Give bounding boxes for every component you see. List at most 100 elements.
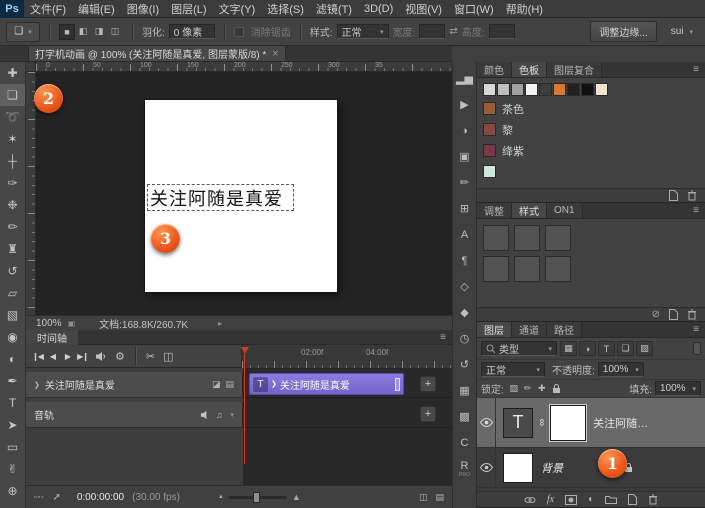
filter-shape-layers-icon[interactable]: ❏ [617, 341, 634, 356]
style-thumb[interactable] [483, 256, 509, 282]
color-swatch[interactable] [553, 83, 566, 96]
timeline-tab[interactable]: 时间轴 [26, 330, 78, 345]
hand-tool[interactable]: ✌ [0, 458, 25, 480]
histogram-panel-icon[interactable]: ▂▅ [453, 66, 476, 92]
delete-swatch-icon[interactable] [687, 190, 697, 201]
extension-c-panel-icon[interactable]: C [453, 430, 476, 456]
tab-layer-comps[interactable]: 图层复合 [547, 62, 602, 77]
new-selection-button[interactable]: ■ [59, 23, 75, 40]
menu-item[interactable]: 编辑(E) [72, 1, 121, 17]
track-options-icon[interactable]: ▤ [225, 379, 234, 390]
canvas[interactable]: 关注阿随是真爱 [145, 100, 337, 292]
menu-item[interactable]: 文字(Y) [213, 1, 262, 17]
antialias-checkbox[interactable] [233, 26, 244, 37]
panel-menu-icon[interactable]: ≡ [687, 62, 705, 77]
timeline-clip[interactable]: T ❯ 关注阿随是真爱 [249, 373, 404, 395]
add-audio-button[interactable]: + [420, 406, 436, 422]
clone-stamp-tool[interactable]: ♜ [0, 238, 25, 260]
layer-mask-thumbnail[interactable] [550, 404, 587, 441]
document-size-info[interactable]: 文档:168.8K/260.7K [99, 316, 188, 331]
eraser-tool[interactable]: ▱ [0, 282, 25, 304]
navigator-panel-icon[interactable]: ▦ [453, 378, 476, 404]
brush-panel-icon[interactable]: ✏ [453, 170, 476, 196]
mute-audio-icon[interactable] [95, 351, 107, 362]
on1-resize-panel-icon[interactable]: R PRO [453, 456, 476, 482]
menu-item[interactable]: 图像(I) [121, 1, 165, 17]
selection-marquee[interactable]: 关注阿随是真爱 [147, 184, 294, 211]
filter-type-layers-icon[interactable]: T [598, 341, 615, 356]
character-panel-icon[interactable]: A [453, 222, 476, 248]
paragraph-panel-icon[interactable]: ¶ [453, 248, 476, 274]
adjustments-panel-icon[interactable]: ◑ [453, 118, 476, 144]
eye-icon[interactable] [479, 418, 493, 427]
canvas-text-layer[interactable]: 关注阿随是真爱 [150, 185, 283, 211]
document-tab[interactable]: 打字机动画 @ 100% (关注阿随是真爱, 图层蒙版/8) * × [28, 45, 286, 61]
lasso-tool[interactable]: ➰ [0, 106, 25, 128]
tab-channels[interactable]: 通道 [512, 322, 547, 337]
layer-row-text[interactable]: T ∞ 关注阿随… [477, 398, 705, 448]
new-adjustment-layer-icon[interactable]: ◐ [588, 494, 594, 505]
clip-end-handle[interactable] [395, 377, 400, 391]
gradient-tool[interactable]: ▧ [0, 304, 25, 326]
menu-item[interactable]: 文件(F) [24, 1, 72, 17]
playhead-handle[interactable] [241, 347, 249, 354]
timeline-settings-icon[interactable]: ⚙ [112, 350, 128, 363]
menu-item[interactable]: 选择(S) [261, 1, 310, 17]
shape-tool[interactable]: ▭ [0, 436, 25, 458]
dodge-tool[interactable]: ◐ [0, 348, 25, 370]
color-swatch[interactable] [497, 83, 510, 96]
add-media-button[interactable]: + [420, 376, 436, 392]
canvas-viewport[interactable]: 关注阿随是真爱 [36, 72, 452, 315]
next-frame-button[interactable]: ▶❙ [75, 348, 90, 364]
3d-panel-icon[interactable]: ◇ [453, 274, 476, 300]
panel-menu-icon[interactable]: ≡ [687, 322, 705, 337]
blur-tool[interactable]: ◉ [0, 326, 25, 348]
materials-panel-icon[interactable]: ◆ [453, 300, 476, 326]
new-group-icon[interactable] [605, 495, 618, 504]
tab-styles[interactable]: 样式 [512, 203, 547, 218]
horizontal-ruler[interactable]: 0 50 100 150 200 250 300 35 [36, 62, 452, 72]
clone-source-panel-icon[interactable]: ⊞ [453, 196, 476, 222]
color-swatch[interactable] [595, 83, 608, 96]
ruler-corner[interactable] [26, 62, 36, 72]
layer-visibility-cell[interactable] [477, 448, 496, 487]
quick-selection-tool[interactable]: ✶ [0, 128, 25, 150]
actions-panel-icon[interactable]: ▶ [453, 92, 476, 118]
timeline-zoom-slider[interactable] [228, 491, 287, 503]
timeline-panel-icon[interactable]: ◷ [453, 326, 476, 352]
timeline-render-icon[interactable]: ▤ [435, 492, 444, 503]
style-thumb[interactable] [545, 256, 571, 282]
text-layer-thumbnail[interactable]: T [503, 407, 533, 438]
color-swatch[interactable] [539, 83, 552, 96]
transitions-icon[interactable]: ◫ [160, 350, 176, 363]
style-thumb[interactable] [514, 256, 540, 282]
filter-pixel-layers-icon[interactable]: ▦ [560, 341, 577, 356]
timeline-transition-icon[interactable]: ◫ [419, 492, 428, 503]
previous-frame-button[interactable]: ◀ [45, 348, 60, 364]
zoom-tool[interactable]: ⊕ [0, 480, 25, 502]
tab-on1[interactable]: ON1 [547, 203, 583, 218]
menu-item[interactable]: 滤镜(T) [310, 1, 358, 17]
swatch-row[interactable] [477, 161, 705, 182]
crop-tool[interactable]: ┼ [0, 150, 25, 172]
brush-tool[interactable]: ✏ [0, 216, 25, 238]
mask-link-icon[interactable]: ∞ [536, 419, 547, 426]
tab-layers[interactable]: 图层 [477, 322, 512, 337]
style-thumb[interactable] [483, 225, 509, 251]
tab-color[interactable]: 颜色 [477, 62, 512, 77]
info-panel-icon[interactable]: ▩ [453, 404, 476, 430]
go-to-first-frame-button[interactable]: ❙◀ [30, 348, 45, 364]
color-swatch[interactable] [581, 83, 594, 96]
track-filmstrip-icon[interactable]: ◪ [212, 379, 221, 390]
split-at-playhead-icon[interactable]: ✂ [143, 350, 158, 363]
zoom-in-icon[interactable]: ▲ [292, 492, 301, 502]
width-input[interactable] [419, 24, 446, 39]
swatch-row[interactable]: 黎 [477, 119, 705, 140]
panel-menu-icon[interactable]: ≡ [687, 203, 705, 218]
convert-frames-icon[interactable]: ▫▫▫ [34, 494, 44, 501]
color-swatch[interactable] [567, 83, 580, 96]
layer-visibility-cell[interactable] [477, 398, 496, 447]
workspace-switcher[interactable]: sui ▾ [671, 26, 693, 37]
layer-name[interactable]: 关注阿随… [593, 415, 648, 431]
height-input[interactable] [488, 24, 515, 39]
